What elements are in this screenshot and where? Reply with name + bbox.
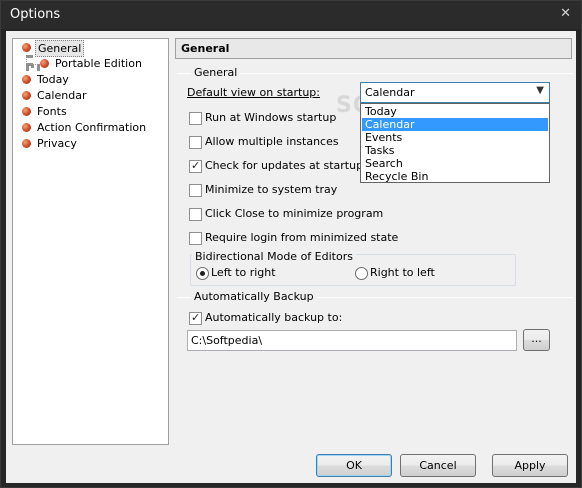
bullet-icon xyxy=(22,75,31,84)
run-at-startup-checkbox[interactable] xyxy=(189,112,202,125)
page-title: General xyxy=(181,42,230,55)
checkbox-label: Click Close to minimize program xyxy=(205,207,384,220)
browse-button[interactable]: ... xyxy=(523,329,550,351)
panel-header: General xyxy=(175,38,572,59)
checkbox-label: Automatically backup to: xyxy=(205,311,343,324)
left-to-right-radio[interactable] xyxy=(196,267,209,280)
title-bar: Options ✕ xyxy=(1,1,581,29)
minimize-to-tray-checkbox[interactable] xyxy=(189,184,202,197)
bullet-icon xyxy=(22,107,31,116)
backup-path-value: C:\Softpedia\ xyxy=(191,334,263,347)
dropdown-option-recycle-bin[interactable]: Recycle Bin xyxy=(362,170,548,183)
ok-button[interactable]: OK xyxy=(316,454,392,477)
allow-multiple-instances-checkbox[interactable] xyxy=(189,136,202,149)
checkbox-label: Minimize to system tray xyxy=(205,183,338,196)
tree-item-label: Action Confirmation xyxy=(37,121,147,134)
chevron-down-icon[interactable]: ▼ xyxy=(536,85,544,96)
checkbox-label: Check for updates at startup xyxy=(205,159,364,172)
backup-path-input[interactable]: C:\Softpedia\ xyxy=(187,330,517,351)
dropdown-option-calendar[interactable]: Calendar xyxy=(362,118,548,131)
checkbox-label: Allow multiple instances xyxy=(205,135,339,148)
dropdown-option-tasks[interactable]: Tasks xyxy=(362,144,548,157)
default-view-value: Calendar xyxy=(365,86,415,99)
dropdown-option-search[interactable]: Search xyxy=(362,157,548,170)
default-view-label: Default view on startup: xyxy=(187,86,320,99)
options-window: Options ✕ General Portable Edition Today… xyxy=(0,0,582,488)
tree-item-label: Today xyxy=(37,73,69,86)
tree-item-label: Portable Edition xyxy=(55,57,142,70)
bullet-icon xyxy=(22,91,31,100)
bidi-group-title: Bidirectional Mode of Editors xyxy=(192,250,356,263)
section-title-general: General xyxy=(191,66,241,79)
cancel-button[interactable]: Cancel xyxy=(400,454,476,477)
checkbox-label: Run at Windows startup xyxy=(205,111,337,124)
tree-item-label: Fonts xyxy=(37,105,67,118)
require-login-checkbox[interactable] xyxy=(189,232,202,245)
click-close-minimize-checkbox[interactable] xyxy=(189,208,202,221)
section-title-backup: Automatically Backup xyxy=(191,290,317,303)
radio-label: Left to right xyxy=(211,266,276,279)
tree-item-label: Privacy xyxy=(37,137,77,150)
bullet-icon xyxy=(22,123,31,132)
bullet-icon xyxy=(22,43,31,52)
default-view-dropdown: Today Calendar Events Tasks Search Recyc… xyxy=(360,103,550,183)
check-updates-checkbox[interactable] xyxy=(189,159,202,173)
auto-backup-checkbox[interactable] xyxy=(189,311,202,325)
dropdown-option-events[interactable]: Events xyxy=(362,131,548,144)
category-tree: General Portable Edition Today Calendar … xyxy=(12,38,169,445)
window-title: Options xyxy=(10,7,61,22)
bullet-icon xyxy=(22,139,31,148)
tree-item-label: General xyxy=(35,40,85,57)
checkbox-label: Require login from minimized state xyxy=(205,231,399,244)
dropdown-option-today[interactable]: Today xyxy=(362,105,548,118)
close-icon[interactable]: ✕ xyxy=(560,6,571,21)
dialog-client: General Portable Edition Today Calendar … xyxy=(6,31,576,483)
right-to-left-radio[interactable] xyxy=(355,267,368,280)
bullet-icon xyxy=(40,59,49,68)
tree-item-label: Calendar xyxy=(37,89,87,102)
tree-connector xyxy=(26,64,40,68)
radio-label: Right to left xyxy=(370,266,435,279)
apply-button[interactable]: Apply xyxy=(492,454,568,477)
default-view-select[interactable]: Calendar ▼ xyxy=(360,82,550,103)
